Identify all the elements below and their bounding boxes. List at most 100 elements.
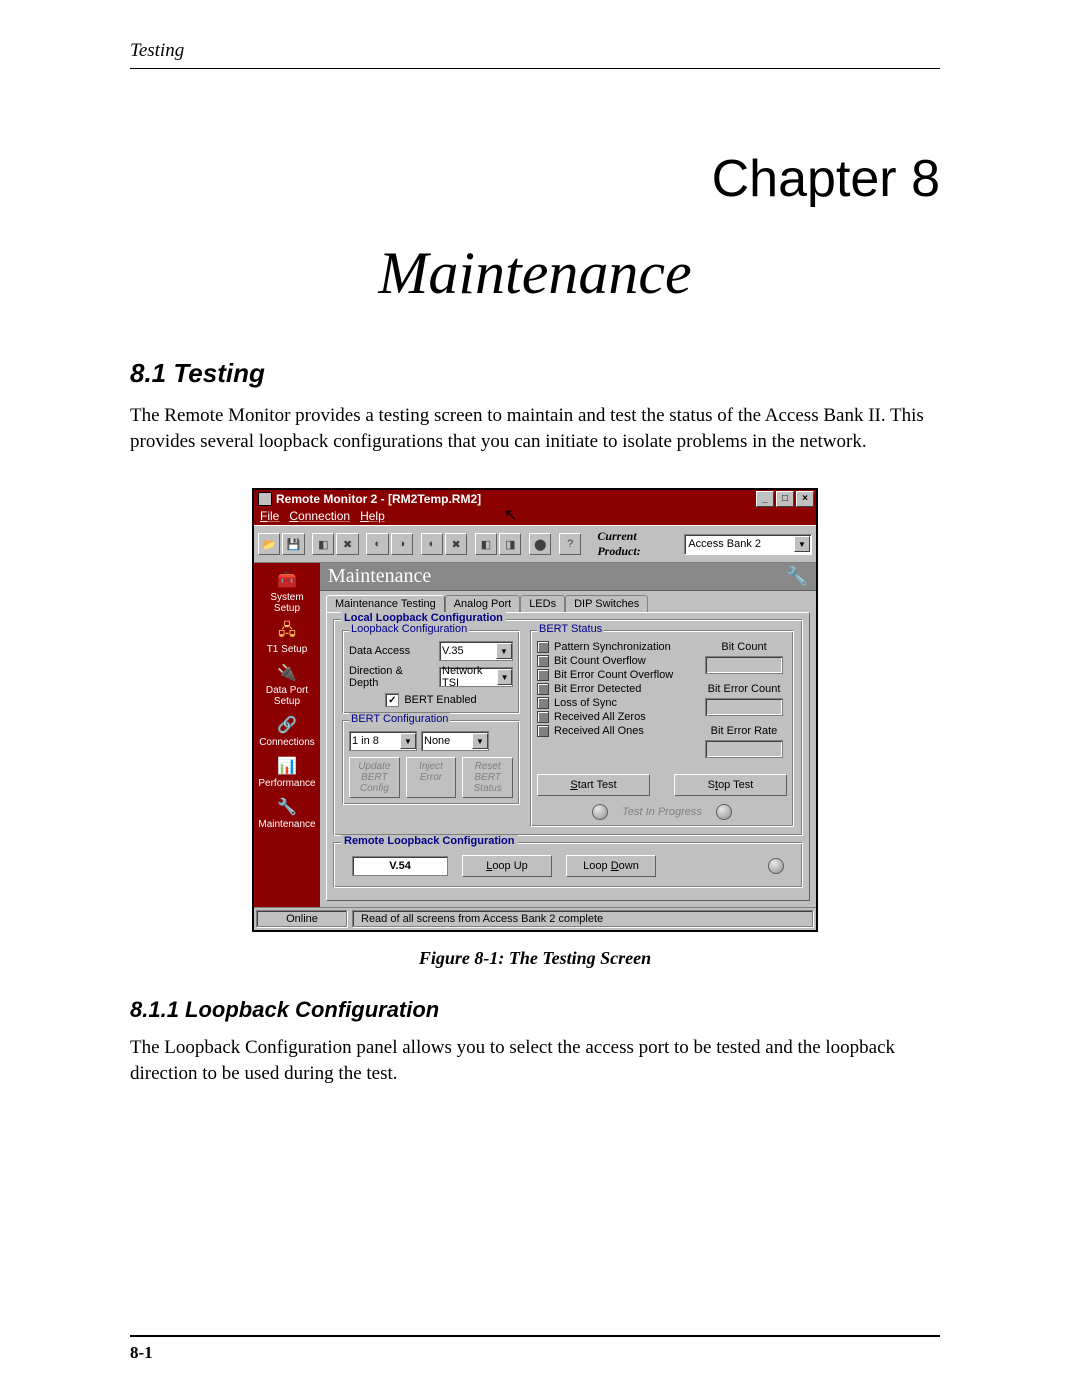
inner-title: Loopback Configuration bbox=[349, 623, 469, 635]
sidebar-item-label: Performance bbox=[258, 778, 315, 789]
sidebar-item-connections[interactable]: 🔗 Connections bbox=[257, 712, 317, 751]
direction-depth-select[interactable]: Network TSI ▼ bbox=[439, 667, 513, 687]
bert-status-list: Pattern Synchronization Bit Count Overfl… bbox=[537, 641, 693, 764]
sidebar-item-label: Maintenance bbox=[258, 819, 315, 830]
toolbar-btn-4[interactable]: ✖ bbox=[336, 533, 358, 555]
menubar: File Connection Help ↖ bbox=[254, 508, 816, 525]
toolbar-btn-6[interactable]: ◑ bbox=[391, 533, 413, 555]
progress-orb-icon bbox=[592, 804, 608, 820]
chevron-down-icon: ▼ bbox=[497, 669, 512, 685]
sidebar-item-label: T1 Setup bbox=[267, 644, 308, 655]
chevron-down-icon: ▼ bbox=[400, 733, 416, 749]
toolbar-btn-10[interactable]: ◨ bbox=[499, 533, 521, 555]
bert-counts: Bit Count Bit Error Count Bit Error Rate bbox=[701, 641, 787, 764]
toolbar-btn-9[interactable]: ◧ bbox=[475, 533, 497, 555]
toolbar-btn-5[interactable]: ◐ bbox=[366, 533, 388, 555]
bit-count-label: Bit Count bbox=[721, 641, 766, 653]
inner-title: BERT Status bbox=[537, 623, 604, 635]
status-bit-error-detected: Bit Error Detected bbox=[537, 683, 693, 695]
data-access-value: V.35 bbox=[442, 645, 464, 657]
led-icon bbox=[537, 655, 549, 667]
toolbar-btn-8[interactable]: ✖ bbox=[445, 533, 467, 555]
group-bert-status: BERT Status Pattern Synchronization Bit … bbox=[530, 630, 794, 827]
toolbar-save-icon[interactable]: 💾 bbox=[282, 533, 304, 555]
main-area: Maintenance 🔧 Maintenance Testing Analog… bbox=[320, 563, 816, 907]
status-loss-of-sync: Loss of Sync bbox=[537, 697, 693, 709]
menu-file[interactable]: File bbox=[260, 509, 279, 523]
chapter-number: Chapter 8 bbox=[130, 149, 940, 209]
tab-dip-switches[interactable]: DIP Switches bbox=[565, 595, 648, 612]
test-in-progress-row: Test In Progress bbox=[537, 804, 787, 820]
group-remote-loopback: Remote Loopback Configuration V.54 Loop … bbox=[333, 842, 803, 888]
close-button[interactable]: × bbox=[796, 491, 814, 507]
led-icon bbox=[537, 697, 549, 709]
update-bert-config-button[interactable]: Update BERT Config bbox=[349, 757, 400, 798]
led-icon bbox=[537, 669, 549, 681]
sidebar-item-maintenance[interactable]: 🔧 Maintenance bbox=[257, 794, 317, 833]
start-test-button[interactable]: Start Test bbox=[537, 774, 650, 796]
led-icon bbox=[537, 683, 549, 695]
sidebar-item-performance[interactable]: 📊 Performance bbox=[257, 753, 317, 792]
chevron-down-icon: ▼ bbox=[472, 733, 488, 749]
led-icon bbox=[537, 641, 549, 653]
t1-setup-icon: 🖧 bbox=[274, 622, 300, 642]
minimize-button[interactable]: _ bbox=[756, 491, 774, 507]
sidebar-item-label: Connections bbox=[259, 737, 315, 748]
tab-analog-port[interactable]: Analog Port bbox=[445, 595, 520, 612]
menu-help[interactable]: Help bbox=[360, 509, 385, 523]
menu-connection[interactable]: Connection bbox=[289, 509, 350, 523]
stop-test-button[interactable]: Stop Test bbox=[674, 774, 787, 796]
chevron-down-icon: ▼ bbox=[794, 536, 810, 552]
toolbar-btn-11[interactable]: ⬤ bbox=[529, 533, 551, 555]
direction-depth-value: Network TSI bbox=[442, 665, 497, 689]
system-setup-icon: 🧰 bbox=[274, 570, 300, 590]
connections-icon: 🔗 bbox=[274, 715, 300, 735]
bottom-rule bbox=[130, 1335, 940, 1337]
bit-error-rate-label: Bit Error Rate bbox=[711, 725, 778, 737]
toolbar-btn-7[interactable]: ◐ bbox=[421, 533, 443, 555]
bit-error-count-label: Bit Error Count bbox=[708, 683, 781, 695]
tab-maintenance-testing[interactable]: Maintenance Testing bbox=[326, 595, 445, 612]
top-rule bbox=[130, 68, 940, 69]
current-product-select[interactable]: Access Bank 2 ▼ bbox=[684, 534, 812, 555]
toolbar-open-icon[interactable]: 📂 bbox=[258, 533, 280, 555]
inject-error-button[interactable]: Inject Error bbox=[406, 757, 457, 798]
bert-enabled-label: BERT Enabled bbox=[404, 694, 476, 706]
sidebar-item-t1-setup[interactable]: 🖧 T1 Setup bbox=[257, 619, 317, 658]
data-access-select[interactable]: V.35 ▼ bbox=[439, 641, 513, 661]
status-received-all-ones: Received All Ones bbox=[537, 725, 693, 737]
loop-up-button[interactable]: Loop Up bbox=[462, 855, 552, 877]
bit-error-count-value bbox=[705, 698, 783, 716]
section-8-1-head: 8.1 Testing bbox=[130, 358, 940, 389]
bert-pattern-select[interactable]: 1 in 8 ▼ bbox=[349, 731, 417, 751]
sidebar-item-system-setup[interactable]: 🧰 System Setup bbox=[257, 567, 317, 617]
wrench-icon: 🔧 bbox=[786, 566, 808, 587]
progress-orb-icon bbox=[716, 804, 732, 820]
bert-enabled-checkbox[interactable]: ✓ bbox=[385, 693, 399, 707]
group-loopback-config: Loopback Configuration Data Access V.35 … bbox=[342, 630, 520, 714]
maximize-button[interactable]: □ bbox=[776, 491, 794, 507]
inner-title: BERT Configuration bbox=[349, 713, 450, 725]
current-product-value: Access Bank 2 bbox=[688, 538, 761, 550]
toolbar-help-icon[interactable]: ? bbox=[559, 533, 581, 555]
remote-loopback-value: V.54 bbox=[389, 860, 411, 872]
data-port-icon: 🔌 bbox=[274, 663, 300, 683]
data-access-label: Data Access bbox=[349, 645, 433, 657]
remote-orb-icon bbox=[768, 858, 784, 874]
direction-depth-label: Direction & Depth bbox=[349, 665, 433, 689]
remote-loopback-select[interactable]: V.54 bbox=[352, 856, 448, 876]
statusbar: Online Read of all screens from Access B… bbox=[254, 907, 816, 930]
section-8-1-1-head: 8.1.1 Loopback Configuration bbox=[130, 997, 940, 1023]
toolbar: 📂 💾 ◧ ✖ ◐ ◑ ◐ ✖ ◧ ◨ ⬤ ? Current Product: bbox=[254, 525, 816, 563]
bit-count-value bbox=[705, 656, 783, 674]
figure-8-1: Remote Monitor 2 - [RM2Temp.RM2] _ □ × F… bbox=[130, 488, 940, 932]
tab-leds[interactable]: LEDs bbox=[520, 595, 565, 612]
bert-err-select[interactable]: None ▼ bbox=[421, 731, 489, 751]
reset-bert-status-button[interactable]: Reset BERT Status bbox=[462, 757, 513, 798]
toolbar-btn-3[interactable]: ◧ bbox=[312, 533, 334, 555]
sidebar-item-data-port-setup[interactable]: 🔌 Data Port Setup bbox=[257, 660, 317, 710]
loop-down-button[interactable]: Loop Down bbox=[566, 855, 656, 877]
sidebar-item-label: System Setup bbox=[257, 592, 317, 614]
cursor-icon: ↖ bbox=[504, 505, 517, 525]
group-bert-config: BERT Configuration 1 in 8 ▼ None bbox=[342, 720, 520, 805]
